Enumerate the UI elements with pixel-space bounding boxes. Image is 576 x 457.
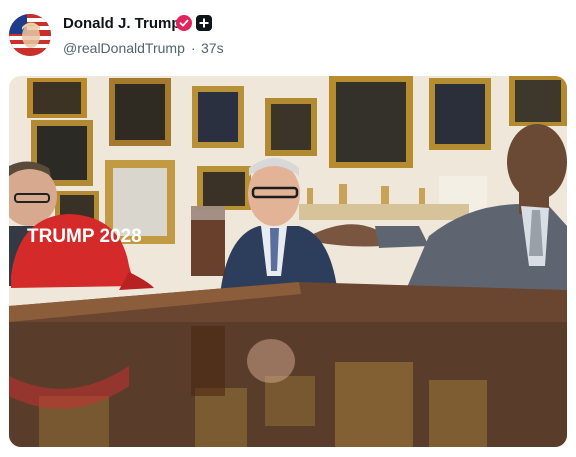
user-handle[interactable]: @realDonaldTrump bbox=[63, 40, 185, 56]
verified-badge-icon bbox=[176, 15, 192, 31]
plus-icon[interactable] bbox=[196, 15, 212, 31]
display-name[interactable]: Donald J. Trump bbox=[63, 15, 181, 32]
separator-dot: · bbox=[191, 40, 196, 56]
post-header: Donald J. Trump @realDonaldTrump · 37s bbox=[0, 0, 576, 70]
hat-text: TRUMP 2028 bbox=[27, 226, 142, 247]
avatar[interactable] bbox=[9, 14, 51, 56]
post-timestamp[interactable]: 37s bbox=[201, 40, 224, 56]
post-photo[interactable]: TRUMP 2028 bbox=[9, 76, 567, 447]
